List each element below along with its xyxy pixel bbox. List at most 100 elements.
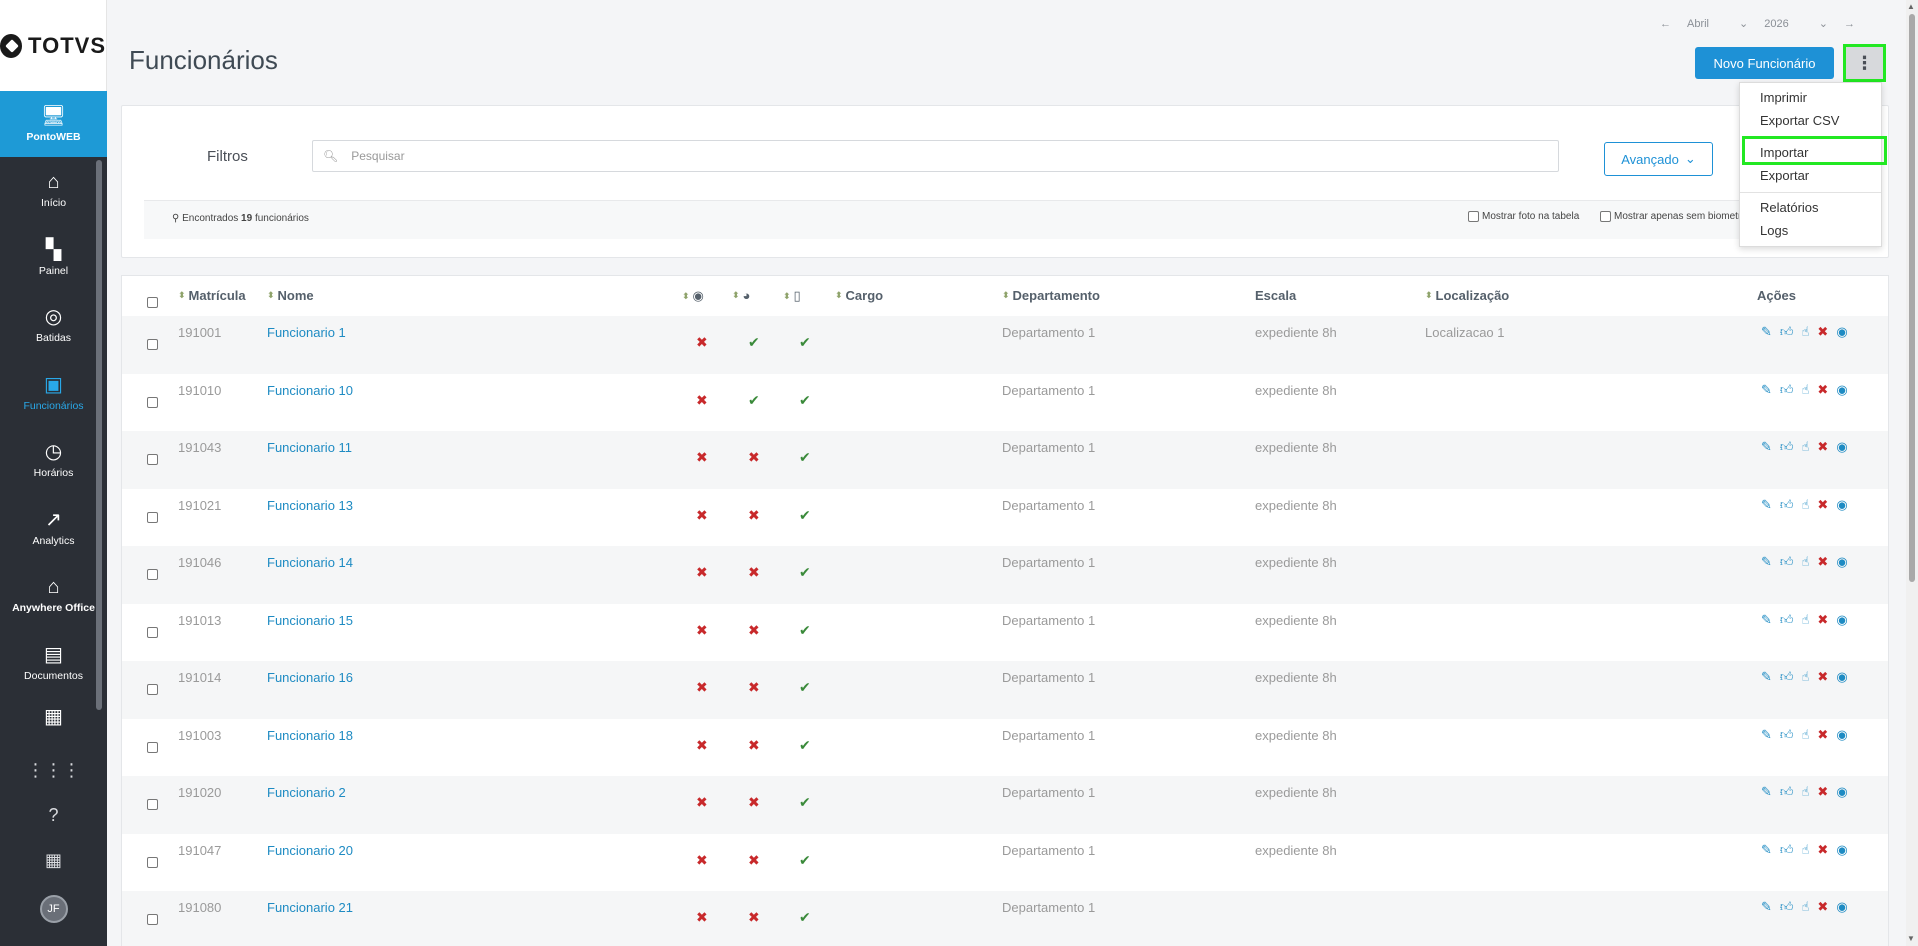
thumbs-up-icon[interactable]: 👍︎ bbox=[1780, 439, 1794, 455]
header-cargo[interactable]: ⬍ Cargo bbox=[835, 288, 883, 303]
menu-item-exportar-csv[interactable]: Exportar CSV bbox=[1760, 113, 1839, 128]
year-select[interactable]: 2026 ⌄ bbox=[1764, 17, 1828, 31]
employee-name-link[interactable]: Funcionario 14 bbox=[267, 555, 353, 570]
header-biometry[interactable]: ⬍ ◉ bbox=[682, 288, 704, 304]
hand-pointer-icon[interactable]: ☝ bbox=[1802, 497, 1810, 513]
delete-x-icon[interactable]: ✖ bbox=[1817, 784, 1828, 800]
hand-pointer-icon[interactable]: ☝ bbox=[1802, 784, 1810, 800]
row-checkbox[interactable] bbox=[147, 741, 158, 753]
row-checkbox[interactable] bbox=[147, 454, 158, 465]
header-web[interactable]: ⬍ ◕ bbox=[732, 288, 750, 303]
edit-pencil-icon[interactable]: ✎ bbox=[1761, 612, 1772, 628]
row-checkbox[interactable] bbox=[147, 856, 158, 868]
delete-x-icon[interactable]: ✖ bbox=[1817, 612, 1828, 628]
hand-pointer-icon[interactable]: ☝ bbox=[1802, 727, 1810, 743]
header-departamento[interactable]: ⬍ Departamento bbox=[1002, 288, 1100, 303]
employee-name-link[interactable]: Funcionario 18 bbox=[267, 728, 353, 743]
edit-pencil-icon[interactable]: ✎ bbox=[1761, 727, 1772, 743]
delete-x-icon[interactable]: ✖ bbox=[1817, 727, 1828, 743]
menu-item-logs[interactable]: Logs bbox=[1760, 223, 1788, 238]
header-nome[interactable]: ⬍ Nome bbox=[267, 288, 314, 303]
edit-pencil-icon[interactable]: ✎ bbox=[1761, 899, 1772, 915]
hand-pointer-icon[interactable]: ☝ bbox=[1802, 554, 1810, 570]
sidebar-item-horarios[interactable]: ◷ Horários bbox=[0, 427, 107, 495]
thumbs-up-icon[interactable]: 👍︎ bbox=[1780, 727, 1794, 743]
show-no-biometry-checkbox[interactable]: Mostrar apenas sem biometria bbox=[1600, 211, 1749, 222]
sidebar-item-funcionarios[interactable]: ▣ Funcionários bbox=[0, 360, 107, 428]
checkbox[interactable] bbox=[1468, 211, 1479, 222]
sidebar-item-analytics[interactable]: ↗ Analytics bbox=[0, 495, 107, 563]
thumbs-up-icon[interactable]: 👍︎ bbox=[1780, 899, 1794, 915]
edit-pencil-icon[interactable]: ✎ bbox=[1761, 382, 1772, 398]
delete-x-icon[interactable]: ✖ bbox=[1817, 497, 1828, 513]
delete-x-icon[interactable]: ✖ bbox=[1817, 899, 1828, 915]
thumbs-up-icon[interactable]: 👍︎ bbox=[1780, 669, 1794, 685]
employee-name-link[interactable]: Funcionario 13 bbox=[267, 498, 353, 513]
thumbs-up-icon[interactable]: 👍︎ bbox=[1780, 784, 1794, 800]
edit-pencil-icon[interactable]: ✎ bbox=[1761, 497, 1772, 513]
hand-pointer-icon[interactable]: ☝ bbox=[1802, 439, 1810, 455]
company-building-icon[interactable]: ▦ bbox=[45, 850, 62, 871]
delete-x-icon[interactable]: ✖ bbox=[1817, 439, 1828, 455]
hand-pointer-icon[interactable]: ☝ bbox=[1802, 669, 1810, 685]
row-checkbox[interactable] bbox=[147, 799, 158, 810]
edit-pencil-icon[interactable]: ✎ bbox=[1761, 784, 1772, 800]
edit-pencil-icon[interactable]: ✎ bbox=[1761, 842, 1772, 858]
scroll-down-arrow-icon[interactable]: ▼ bbox=[1907, 934, 1915, 943]
row-checkbox[interactable] bbox=[147, 914, 158, 925]
thumbs-up-icon[interactable]: 👍︎ bbox=[1780, 554, 1794, 570]
employee-name-link[interactable]: Funcionario 16 bbox=[267, 670, 353, 685]
page-scrollbar[interactable]: ▲ ▼ bbox=[1906, 0, 1918, 946]
next-month-arrow-icon[interactable]: → bbox=[1844, 18, 1855, 30]
apps-grid-icon[interactable]: ⋮⋮⋮ bbox=[27, 760, 81, 781]
view-eye-icon[interactable]: ◉ bbox=[1836, 382, 1847, 398]
more-options-button[interactable]: ⋮ bbox=[1843, 44, 1886, 82]
view-eye-icon[interactable]: ◉ bbox=[1836, 899, 1847, 915]
employee-name-link[interactable]: Funcionario 11 bbox=[267, 440, 352, 455]
scrollbar-thumb[interactable] bbox=[1909, 14, 1915, 582]
thumbs-up-icon[interactable]: 👍︎ bbox=[1780, 382, 1794, 398]
sidebar-item-pontoweb[interactable]: 🖥 PontoWEB bbox=[0, 91, 107, 157]
edit-pencil-icon[interactable]: ✎ bbox=[1761, 554, 1772, 570]
edit-pencil-icon[interactable]: ✎ bbox=[1761, 669, 1772, 685]
view-eye-icon[interactable]: ◉ bbox=[1836, 497, 1847, 513]
employee-name-link[interactable]: Funcionario 10 bbox=[267, 383, 353, 398]
delete-x-icon[interactable]: ✖ bbox=[1817, 669, 1828, 685]
view-eye-icon[interactable]: ◉ bbox=[1836, 669, 1847, 685]
thumbs-up-icon[interactable]: 👍︎ bbox=[1780, 842, 1794, 858]
row-checkbox[interactable] bbox=[147, 339, 158, 350]
delete-x-icon[interactable]: ✖ bbox=[1817, 842, 1828, 858]
header-localizacao[interactable]: ⬍ Localização bbox=[1425, 288, 1509, 303]
scroll-up-arrow-icon[interactable]: ▲ bbox=[1907, 2, 1915, 11]
search-input[interactable]: 🔍︎ Pesquisar bbox=[312, 140, 1559, 172]
thumbs-up-icon[interactable]: 👍︎ bbox=[1780, 497, 1794, 513]
employee-name-link[interactable]: Funcionario 15 bbox=[267, 613, 353, 628]
row-checkbox[interactable] bbox=[147, 684, 158, 695]
thumbs-up-icon[interactable]: 👍︎ bbox=[1780, 324, 1794, 340]
edit-pencil-icon[interactable]: ✎ bbox=[1761, 439, 1772, 455]
edit-pencil-icon[interactable]: ✎ bbox=[1761, 324, 1772, 340]
sidebar-item-more[interactable]: ▦ bbox=[0, 697, 107, 737]
help-icon[interactable]: ? bbox=[48, 805, 58, 826]
delete-x-icon[interactable]: ✖ bbox=[1817, 324, 1828, 340]
header-matricula[interactable]: ⬍ Matrícula bbox=[178, 288, 246, 303]
employee-name-link[interactable]: Funcionario 21 bbox=[267, 900, 353, 915]
view-eye-icon[interactable]: ◉ bbox=[1836, 612, 1847, 628]
month-select[interactable]: Abril ⌄ bbox=[1687, 17, 1748, 31]
show-photo-checkbox[interactable]: Mostrar foto na tabela bbox=[1468, 211, 1579, 222]
totvs-logo[interactable]: TOTVS bbox=[0, 0, 107, 91]
view-eye-icon[interactable]: ◉ bbox=[1836, 727, 1847, 743]
select-all-checkbox[interactable] bbox=[147, 297, 158, 308]
view-eye-icon[interactable]: ◉ bbox=[1836, 439, 1847, 455]
sidebar-item-anywhere-office[interactable]: ⌂ Anywhere Office bbox=[0, 562, 107, 630]
hand-pointer-icon[interactable]: ☝ bbox=[1802, 612, 1810, 628]
hand-pointer-icon[interactable]: ☝ bbox=[1802, 899, 1810, 915]
delete-x-icon[interactable]: ✖ bbox=[1817, 382, 1828, 398]
sidebar-item-batidas[interactable]: ◎ Batidas bbox=[0, 292, 107, 360]
sidebar-item-inicio[interactable]: ⌂ Início bbox=[0, 157, 107, 225]
hand-pointer-icon[interactable]: ☝ bbox=[1802, 324, 1810, 340]
row-checkbox[interactable] bbox=[147, 626, 158, 638]
menu-item-imprimir[interactable]: Imprimir bbox=[1760, 90, 1807, 105]
sidebar-item-documentos[interactable]: ▤ Documentos bbox=[0, 630, 107, 698]
menu-item-relatorios[interactable]: Relatórios bbox=[1760, 200, 1819, 215]
